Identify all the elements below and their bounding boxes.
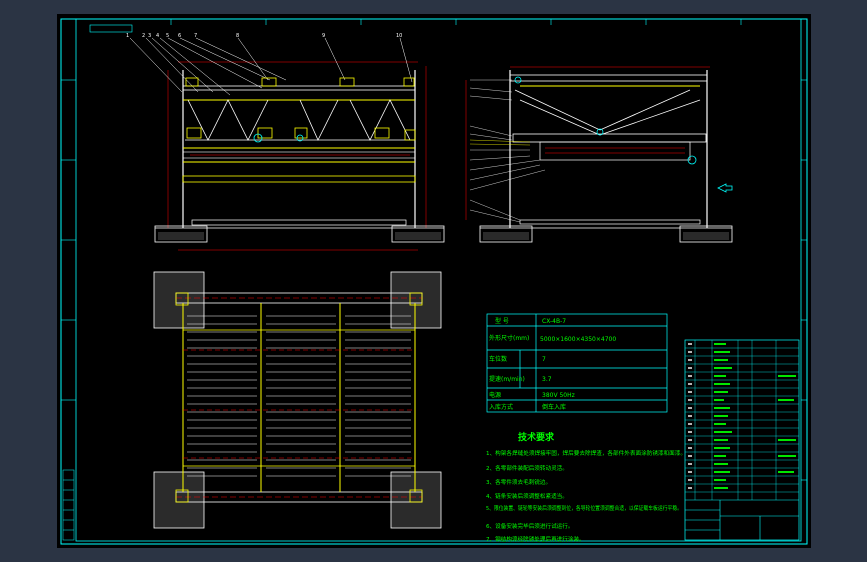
svg-text:2: 2 (142, 33, 145, 39)
tech-requirements-title: 技术要求 (518, 431, 555, 443)
tech-requirement-item: 2、各零部件装配后须转动灵活。 (486, 464, 568, 472)
svg-text:1: 1 (126, 33, 129, 39)
svg-text:7: 7 (194, 33, 197, 39)
tech-requirement-item: 7、钢结构须经除锈处理后再进行涂装。 (486, 535, 585, 543)
svg-text:3: 3 (148, 33, 151, 39)
svg-text:4: 4 (156, 33, 159, 39)
spec-value-spaces: 7 (542, 356, 546, 363)
spec-label-entry: 入库方式 (489, 403, 513, 411)
plan-pallet-slats (187, 315, 411, 477)
tech-requirement-item: 1、构架各焊缝处须焊接牢固，焊后要去除焊渣，各部件外表面涂防锈漆和面漆。 (486, 449, 686, 457)
svg-text:10: 10 (396, 33, 402, 39)
spec-value-speed: 3.7 (542, 376, 552, 383)
tech-requirement-item: 4、链条安装后须调整松紧适当。 (486, 492, 568, 500)
spec-value-power: 380V 50Hz (542, 392, 575, 399)
cad-drawing-canvas: 123 456 789 10 型 号 CX-4B-7 外形尺寸(mm) 5000… (0, 0, 867, 562)
tech-requirement-item: 5、限位装置、链轮等安装后须调整到位，各导轮位置须调整合适，以保证载车板运行平稳… (486, 504, 682, 512)
spec-label-speed: 提速(m/min) (489, 375, 525, 383)
spec-value-dimensions: 5000×1600×4350×4700 (540, 336, 616, 343)
svg-text:9: 9 (322, 33, 325, 39)
spec-value-entry: 倒车入库 (542, 403, 566, 411)
spec-label-power: 电源 (489, 391, 501, 399)
tech-requirement-item: 6、设备安装完毕后须进行试运行。 (486, 522, 573, 530)
spec-label-model: 型 号 (495, 317, 509, 325)
svg-text:8: 8 (236, 33, 239, 39)
svg-text:5: 5 (166, 33, 169, 39)
spec-label-dimensions: 外形尺寸(mm) (489, 334, 529, 342)
spec-value-model: CX-4B-7 (542, 318, 566, 325)
tech-requirement-item: 3、各零件须去毛刺锐边。 (486, 478, 551, 486)
svg-text:6: 6 (178, 33, 181, 39)
spec-label-spaces: 车位数 (489, 355, 507, 363)
